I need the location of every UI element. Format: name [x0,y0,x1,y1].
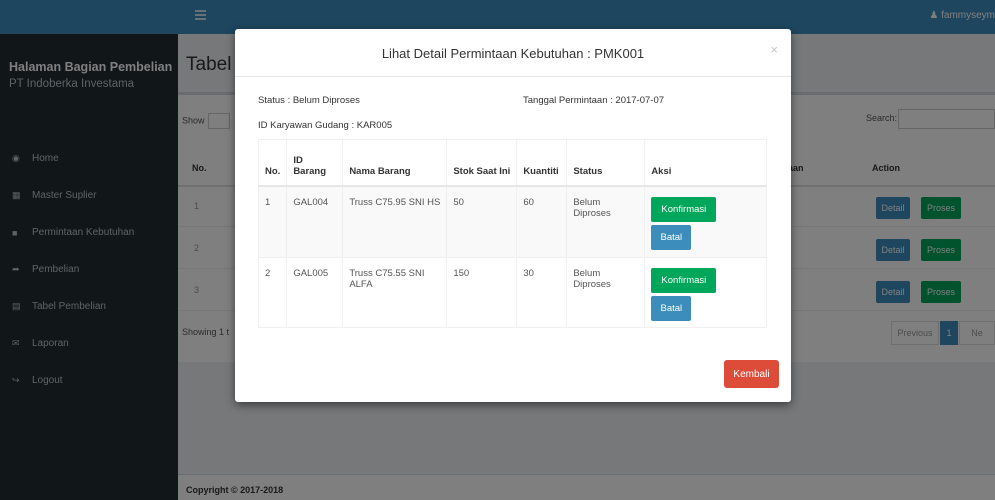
cell-id-barang: GAL005 [286,257,344,328]
column-header-aksi: Aksi [644,139,767,187]
cell-kuantiti: 30 [516,257,568,328]
column-header-id-barang: ID Barang [286,139,344,187]
cell-status: Belum Diproses [566,257,646,328]
cell-nama-barang: Truss C75.95 SNI HS [342,185,448,258]
column-header-nama-barang: Nama Barang [342,139,448,187]
modal-title: Lihat Detail Permintaan Kebutuhan : PMK0… [381,46,645,61]
warehouse-employee-id: ID Karyawan Gudang : KAR005 [258,120,393,131]
column-header-no: No. [257,139,288,187]
detail-modal: Lihat Detail Permintaan Kebutuhan : PMK0… [235,29,791,402]
request-date: Tanggal Permintaan : 2017-07-07 [523,95,665,106]
batal-button[interactable]: Batal [651,296,692,321]
cell-status: Belum Diproses [566,185,646,258]
table-row: 1 GAL004 Truss C75.95 SNI HS 50 60 Belum… [257,185,767,258]
konfirmasi-button[interactable]: Konfirmasi [651,196,717,222]
cell-no: 2 [257,257,288,328]
cell-stok: 50 [446,185,518,258]
column-header-stok: Stok Saat Ini [446,139,518,187]
cell-aksi: Konfirmasi Batal [644,257,767,328]
column-header-status: Status [566,139,646,187]
cell-kuantiti: 60 [516,185,568,258]
cell-nama-barang: Truss C75.55 SNI ALFA [342,257,448,328]
column-header-kuantiti: Kuantiti [516,139,568,187]
konfirmasi-button[interactable]: Konfirmasi [651,268,717,293]
table-header-row: No. ID Barang Nama Barang Stok Saat Ini … [257,139,767,187]
cell-no: 1 [257,185,288,258]
cell-aksi: Konfirmasi Batal [644,185,767,258]
cell-id-barang: GAL004 [286,185,344,258]
kembali-button[interactable]: Kembali [724,360,779,388]
close-icon[interactable]: × [770,42,778,57]
batal-button[interactable]: Batal [651,224,692,250]
table-row: 2 GAL005 Truss C75.55 SNI ALFA 150 30 Be… [257,257,767,328]
detail-table: No. ID Barang Nama Barang Stok Saat Ini … [257,139,767,328]
cell-stok: 150 [446,257,518,328]
modal-header: Lihat Detail Permintaan Kebutuhan : PMK0… [235,29,791,77]
request-status: Status : Belum Diproses [258,95,360,106]
